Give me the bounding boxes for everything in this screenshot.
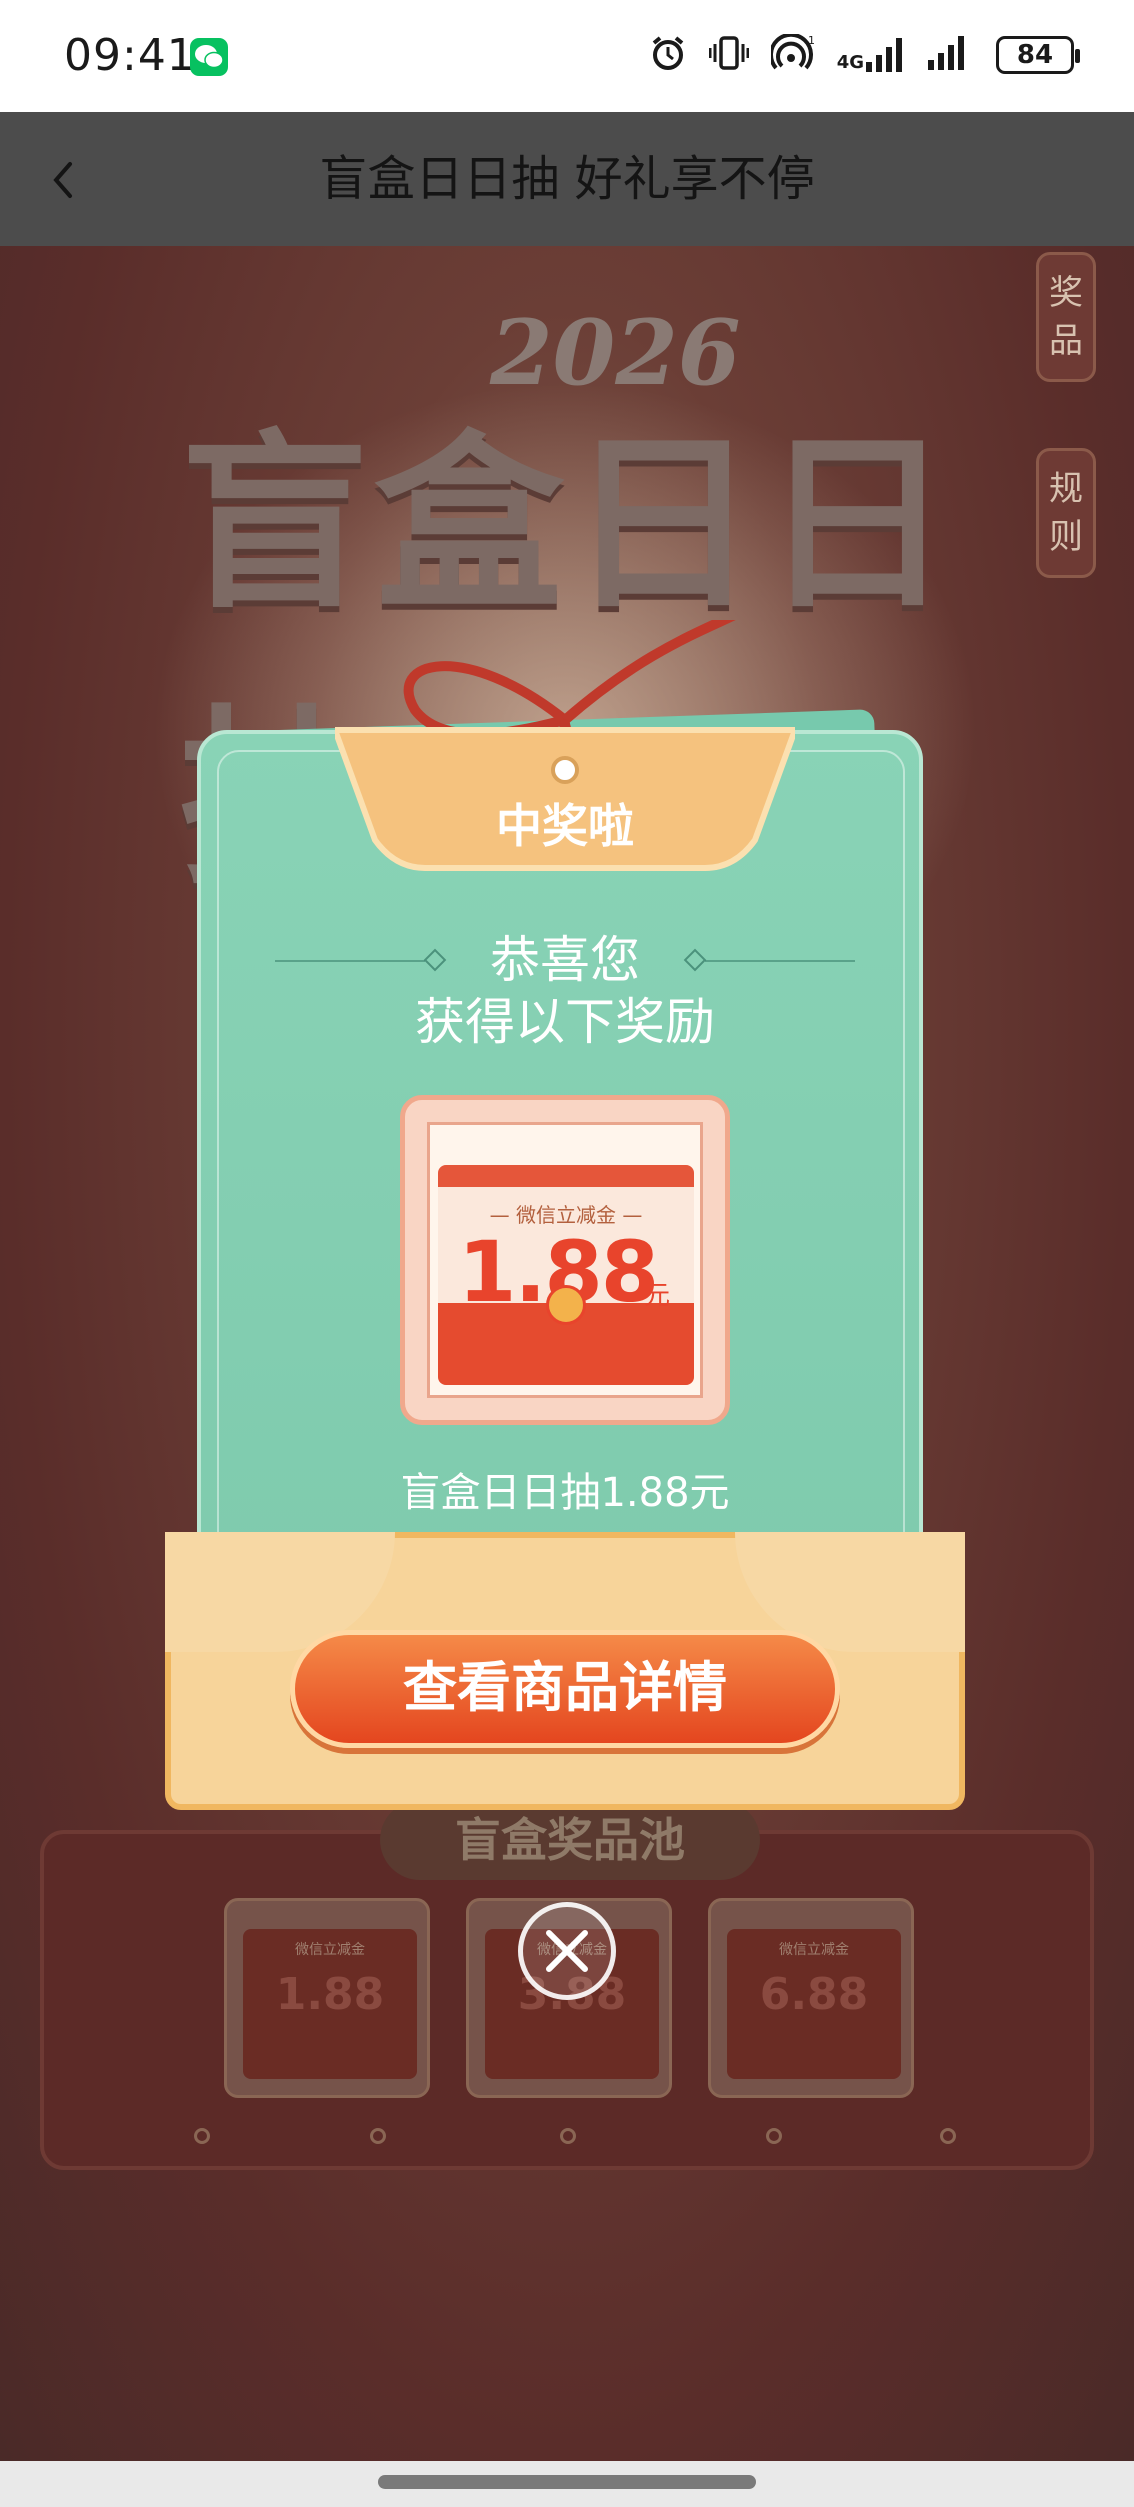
alarm-icon (649, 34, 687, 76)
nav-header: 盲盒日日抽 好礼享不停 (0, 112, 1134, 246)
prize-card: — 微信立减金 — 1.88 元 (400, 1095, 730, 1425)
rail-dot (370, 2128, 386, 2144)
status-icons: 1 4G 84 (649, 30, 1080, 80)
svg-text:1: 1 (808, 34, 815, 47)
red-envelope: — 微信立减金 — 1.88 元 (438, 1165, 694, 1385)
page-title: 盲盒日日抽 好礼享不停 (319, 151, 815, 207)
prize-frame: — 微信立减金 — 1.88 元 (427, 1122, 703, 1398)
rail-dot (766, 2128, 782, 2144)
signal-icon: 4G (837, 38, 906, 72)
envelope-flap (438, 1165, 694, 1187)
modal-title: 中奖啦 (496, 799, 634, 853)
side-tag-rules[interactable]: 规则 (1036, 448, 1096, 578)
prize-pool-title: 盲盒奖品池 (380, 1800, 760, 1880)
home-indicator[interactable] (378, 2475, 756, 2489)
pool-card-label: 微信立减金 (779, 1942, 849, 1958)
seal-icon (546, 1285, 586, 1325)
status-bar: 09:41 1 4G 84 (0, 0, 1134, 112)
pool-card-envelope: 微信立减金 6.88 (727, 1929, 901, 2079)
view-details-button[interactable]: 查看商品详情 (290, 1630, 840, 1748)
rail-dot (194, 2128, 210, 2144)
chevron-left-icon (53, 162, 72, 198)
rail-dot (560, 2128, 576, 2144)
back-button[interactable] (40, 150, 100, 210)
prize-unit: 元 (644, 1281, 671, 1311)
pool-card-label: 微信立减金 (295, 1942, 365, 1958)
signal-icon-2 (928, 36, 974, 74)
side-tag-prizes[interactable]: 奖品 (1036, 252, 1096, 382)
pool-card-value: 6.88 (759, 1969, 869, 2020)
status-time: 09:41 (64, 30, 196, 81)
prize-name: 盲盒日日抽1.88元 (400, 1470, 730, 1516)
network-type: 4G (836, 52, 864, 73)
wechat-icon (190, 38, 228, 76)
pool-card: 微信立减金 1.88 (224, 1898, 430, 2098)
battery-icon: 84 (996, 36, 1080, 74)
rail-dot (940, 2128, 956, 2144)
congrats-subtext: 获得以下奖励 (415, 993, 715, 1051)
pool-card-envelope: 微信立减金 1.88 (243, 1929, 417, 2079)
close-icon (546, 1930, 588, 1972)
pool-card: 微信立减金 6.88 (708, 1898, 914, 2098)
close-button[interactable] (518, 1902, 616, 2000)
prize-modal: 中奖啦 恭喜您 获得以下奖励 — 微信立减金 — 1.88 元 盲盒日日抽1.8… (165, 620, 965, 1810)
vibrate-icon (708, 34, 750, 76)
hotspot-icon: 1 (768, 32, 815, 76)
pool-card-value: 1.88 (275, 1969, 385, 2020)
